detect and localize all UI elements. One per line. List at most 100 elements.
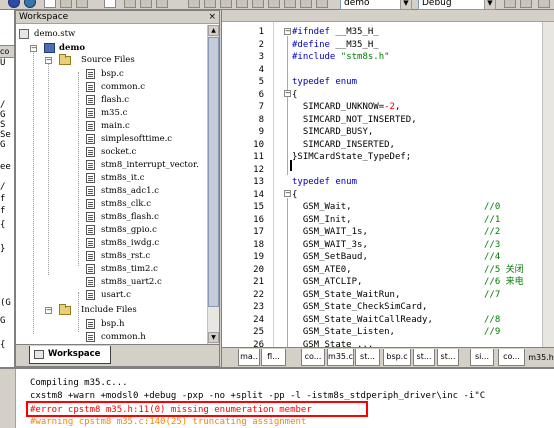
- scroll-down-icon[interactable]: ▼: [208, 332, 219, 343]
- output-warning-line[interactable]: #warning cpstm8 m35.c:140(25) truncating…: [30, 416, 306, 428]
- file-tab[interactable]: si...: [470, 349, 494, 366]
- line-number: 14: [253, 189, 264, 200]
- fold-collapse-icon[interactable]: −: [284, 28, 291, 35]
- c-file-icon: [86, 199, 95, 209]
- workspace-tabbar: Workspace: [16, 344, 219, 366]
- folder-open-icon: [59, 304, 71, 315]
- code-line: GSM_State_Listen,: [292, 327, 395, 337]
- tool-icon-5[interactable]: [252, 0, 264, 8]
- file-tab[interactable]: ma..: [238, 349, 260, 366]
- paste-icon[interactable]: [156, 0, 168, 8]
- code-editor[interactable]: − − − 1 2 3 4 5 6 7 8 9 10 11 12 13 14 1…: [221, 10, 554, 367]
- debug-run-icon[interactable]: [8, 0, 20, 8]
- rebuild-icon[interactable]: [520, 0, 532, 8]
- file-tab[interactable]: co...: [301, 349, 325, 366]
- copy-icon[interactable]: [140, 0, 152, 8]
- c-file-icon: [86, 134, 95, 144]
- page-icon[interactable]: [104, 0, 116, 8]
- line-number: 12: [253, 164, 264, 175]
- code-line: typedef enum: [292, 177, 358, 187]
- workspace-scrollbar[interactable]: ▲ ▼: [207, 25, 219, 344]
- line-number: 3: [258, 52, 264, 62]
- c-file-icon: [86, 251, 95, 261]
- tree-connector: [78, 292, 79, 332]
- file-tab[interactable]: st...: [355, 349, 380, 366]
- configuration-value: demo: [344, 0, 370, 8]
- c-file-icon: [86, 108, 95, 118]
- fold-collapse-icon[interactable]: −: [284, 90, 291, 97]
- configuration-select[interactable]: demo ▼: [340, 0, 412, 10]
- code-line: #define __M35_H_: [292, 39, 379, 50]
- collapse-icon[interactable]: −: [45, 307, 52, 314]
- build-mode-select[interactable]: Debug ▼: [418, 0, 496, 10]
- h-file-icon: [86, 332, 95, 342]
- c-file-icon: [86, 173, 95, 183]
- strip-line: f: [0, 194, 6, 204]
- code-line: GSM_State_WaitCallReady,: [292, 314, 433, 325]
- code-comment: //0: [484, 202, 501, 212]
- open-file-icon[interactable]: [60, 0, 72, 8]
- workspace-titlebar: Workspace ×: [16, 11, 219, 24]
- background-editor-strip: U / G S Se G ee / f f { } (G G { co: [0, 10, 15, 367]
- stop-icon[interactable]: [538, 0, 550, 8]
- tool-icon-1[interactable]: [188, 0, 200, 8]
- file-tab[interactable]: st...: [437, 349, 459, 366]
- help-icon[interactable]: [24, 0, 36, 8]
- file-tab[interactable]: fl...: [261, 349, 286, 366]
- output-panel-grip[interactable]: [0, 369, 16, 428]
- file-tab[interactable]: bsp.c: [383, 349, 411, 366]
- line-number: 24: [253, 314, 264, 325]
- close-icon[interactable]: ×: [208, 11, 216, 24]
- line-number: 7: [258, 102, 264, 112]
- file-tab[interactable]: co...: [498, 349, 525, 366]
- line-number: 22: [253, 289, 264, 300]
- c-file-icon: [86, 82, 95, 92]
- tool-icon-2[interactable]: [204, 0, 216, 8]
- collapse-icon[interactable]: −: [30, 45, 37, 52]
- file-tab[interactable]: m35.c: [327, 349, 354, 366]
- strip-tab[interactable]: co: [0, 45, 14, 58]
- strip-line: S: [0, 120, 6, 130]
- file-tab-active[interactable]: m35.h: [527, 349, 554, 366]
- line-number: 18: [253, 239, 264, 250]
- tool-icon-8[interactable]: [300, 0, 312, 8]
- code-line: GSM_Wait,: [292, 202, 352, 212]
- code-line: GSM_Init,: [292, 214, 352, 225]
- collapse-icon[interactable]: −: [45, 57, 52, 64]
- code-line: typedef enum: [292, 77, 358, 87]
- tool-icon-6[interactable]: [268, 0, 280, 8]
- tab-workspace[interactable]: Workspace: [29, 346, 111, 364]
- new-file-icon[interactable]: [44, 0, 56, 8]
- c-file-icon: [86, 238, 95, 248]
- code-comment: //2: [484, 227, 501, 237]
- tool-icon-3[interactable]: [220, 0, 232, 8]
- editor-scrollbar[interactable]: [542, 22, 554, 347]
- code-comment: //4: [484, 252, 501, 262]
- file-tab[interactable]: st...: [413, 349, 435, 366]
- c-file-icon: [86, 277, 95, 287]
- strip-line: }: [0, 244, 6, 254]
- c-file-icon: [86, 264, 95, 274]
- scroll-thumb[interactable]: [208, 37, 219, 307]
- tool-icon-7[interactable]: [284, 0, 296, 8]
- code-comment: //9: [484, 327, 501, 337]
- h-file-icon: [86, 319, 95, 329]
- c-file-icon: [86, 147, 95, 157]
- workspace-tab-icon: [34, 350, 44, 359]
- save-icon[interactable]: [76, 0, 88, 8]
- line-number: 15: [253, 202, 264, 212]
- c-file-icon: [86, 121, 95, 131]
- code-comment: //5 关闭: [484, 264, 524, 275]
- line-number: 5: [258, 77, 264, 87]
- line-number: 19: [253, 252, 264, 262]
- fold-collapse-icon[interactable]: −: [284, 190, 291, 197]
- code-line: SIMCARD_BUSY,: [292, 127, 374, 137]
- tool-icon-9[interactable]: [316, 0, 328, 8]
- cut-icon[interactable]: [124, 0, 136, 8]
- line-number: 17: [253, 227, 264, 237]
- scroll-up-icon[interactable]: ▲: [208, 25, 219, 36]
- line-number: 20: [253, 264, 264, 275]
- build-icon[interactable]: [504, 0, 516, 8]
- tool-icon-4[interactable]: [236, 0, 248, 8]
- code-comment: //1: [484, 214, 501, 225]
